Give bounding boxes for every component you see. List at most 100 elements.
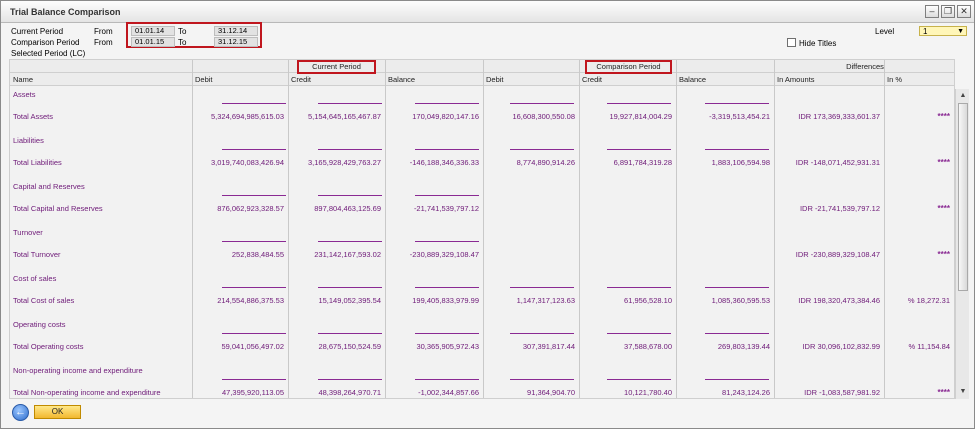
- group-title-row[interactable]: Capital and Reserves: [13, 182, 85, 191]
- scroll-up-icon[interactable]: ▲: [958, 91, 968, 101]
- amount-cell-cur-debit: 252,838,484.55: [231, 250, 284, 259]
- current-from-field[interactable]: 01.01.14: [131, 26, 175, 36]
- current-to-field[interactable]: 31.12.14: [214, 26, 258, 36]
- difference-amount-cell: IDR -21,741,539,797.12: [799, 204, 880, 213]
- subtotal-underline: [318, 195, 382, 196]
- close-button[interactable]: ✕: [957, 5, 971, 18]
- group-title-row[interactable]: Operating costs: [13, 320, 66, 329]
- amount-cell-cur-credit: 5,154,645,165,467.87: [308, 112, 381, 121]
- group-title-row[interactable]: Turnover: [13, 228, 43, 237]
- total-row-label[interactable]: Total Turnover: [13, 250, 61, 259]
- column-header-comparison-balance[interactable]: Balance: [679, 73, 706, 86]
- subtotal-underline: [415, 195, 479, 196]
- subtotal-underline: [222, 149, 286, 150]
- column-header-comparison-credit[interactable]: Credit: [582, 73, 602, 86]
- comparison-from-field[interactable]: 01.01.15: [131, 37, 175, 47]
- total-row-label[interactable]: Total Assets: [13, 112, 53, 121]
- subtotal-underline: [510, 149, 574, 150]
- group-title-row[interactable]: Assets: [13, 90, 36, 99]
- amount-cell-cur-balance: -146,188,346,336.33: [409, 158, 479, 167]
- subtotal-underline: [222, 287, 286, 288]
- amount-cell-cmp-debit: 16,608,300,550.08: [512, 112, 575, 121]
- current-period-group-header: Current Period: [312, 62, 361, 71]
- total-row-label[interactable]: Total Capital and Reserves: [13, 204, 103, 213]
- amount-cell-cmp-balance: 81,243,124.26: [722, 388, 770, 397]
- amount-cell-cur-balance: 199,405,833,979.99: [412, 296, 479, 305]
- amount-cell-cur-debit: 5,324,694,985,615.03: [211, 112, 284, 121]
- column-header-current-debit[interactable]: Debit: [195, 73, 213, 86]
- column-header-diff-amount[interactable]: In Amounts: [777, 73, 815, 86]
- group-title-row[interactable]: Liabilities: [13, 136, 44, 145]
- amount-cell-cmp-balance: 269,803,139.44: [717, 342, 770, 351]
- difference-amount-cell: IDR -1,083,587,981.92: [804, 388, 880, 397]
- window-title: Trial Balance Comparison: [10, 7, 121, 17]
- subtotal-underline: [705, 103, 769, 104]
- difference-percent-cell: % 11,154.84: [908, 342, 950, 351]
- subtotal-underline: [415, 379, 479, 380]
- current-period-label: Current Period: [11, 27, 64, 36]
- difference-amount-cell: IDR 173,369,333,601.37: [798, 112, 880, 121]
- subtotal-underline: [415, 333, 479, 334]
- column-divider: [676, 60, 677, 398]
- column-divider: [579, 60, 580, 398]
- subtotal-underline: [222, 195, 286, 196]
- column-header-current-credit[interactable]: Credit: [291, 73, 311, 86]
- hide-titles-label: Hide Titles: [799, 39, 837, 48]
- scrollbar-thumb[interactable]: [958, 103, 968, 291]
- subtotal-underline: [222, 333, 286, 334]
- subtotal-underline: [318, 241, 382, 242]
- total-row-label[interactable]: Total Operating costs: [13, 342, 83, 351]
- amount-cell-cur-credit: 231,142,167,593.02: [314, 250, 381, 259]
- total-row-label[interactable]: Total Non-operating income and expenditu…: [13, 388, 161, 397]
- group-title-row[interactable]: Non-operating income and expenditure: [13, 366, 143, 375]
- column-header-comparison-debit[interactable]: Debit: [486, 73, 504, 86]
- comparison-period-group-header: Comparison Period: [596, 62, 661, 71]
- subtotal-underline: [510, 103, 574, 104]
- column-divider: [192, 60, 193, 398]
- vertical-scrollbar[interactable]: ▲ ▼: [955, 89, 969, 399]
- amount-cell-cur-debit: 3,019,740,083,426.94: [211, 158, 284, 167]
- subtotal-underline: [415, 103, 479, 104]
- hide-titles-checkbox[interactable]: [787, 38, 796, 47]
- subtotal-underline: [318, 149, 382, 150]
- subtotal-underline: [607, 149, 671, 150]
- trial-balance-grid: Current Period Comparison Period Differe…: [9, 59, 955, 399]
- amount-cell-cmp-balance: 1,085,360,595.53: [711, 296, 770, 305]
- trial-balance-window: Trial Balance Comparison – ❐ ✕ Current P…: [0, 0, 975, 429]
- column-header-current-balance[interactable]: Balance: [388, 73, 415, 86]
- column-header-diff-pct[interactable]: In %: [887, 73, 902, 86]
- amount-cell-cur-balance: 30,365,905,972.43: [416, 342, 479, 351]
- subtotal-underline: [607, 287, 671, 288]
- amount-cell-cmp-debit: 307,391,817.44: [522, 342, 575, 351]
- comparison-to-field[interactable]: 31.12.15: [214, 37, 258, 47]
- amount-cell-cur-balance: -21,741,539,797.12: [413, 204, 479, 213]
- subtotal-underline: [705, 149, 769, 150]
- column-divider: [774, 60, 775, 398]
- amount-cell-cmp-debit: 91,364,904.70: [527, 388, 575, 397]
- amount-cell-cmp-debit: 8,774,890,914.26: [516, 158, 575, 167]
- level-select[interactable]: 1 ▼: [919, 26, 967, 36]
- total-row-label[interactable]: Total Cost of sales: [13, 296, 74, 305]
- subtotal-underline: [318, 333, 382, 334]
- scroll-down-icon[interactable]: ▼: [958, 387, 968, 397]
- differences-group-header: Differences: [846, 62, 884, 71]
- level-value: 1: [923, 27, 928, 36]
- comparison-to-label: To: [178, 38, 187, 47]
- subtotal-underline: [318, 379, 382, 380]
- group-title-row[interactable]: Cost of sales: [13, 274, 56, 283]
- difference-percent-cell: % 18,272.31: [907, 296, 950, 305]
- subtotal-underline: [607, 379, 671, 380]
- back-arrow-icon[interactable]: ←: [12, 404, 29, 421]
- difference-amount-cell: IDR 30,096,102,832.99: [802, 342, 880, 351]
- total-row-label[interactable]: Total Liabilities: [13, 158, 62, 167]
- restore-button[interactable]: ❐: [941, 5, 955, 18]
- subtotal-underline: [510, 287, 574, 288]
- column-header-name[interactable]: Name: [13, 73, 33, 86]
- current-to-label: To: [178, 27, 187, 36]
- amount-cell-cur-debit: 876,062,923,328.57: [217, 204, 284, 213]
- amount-cell-cur-credit: 3,165,928,429,763.27: [308, 158, 381, 167]
- subtotal-underline: [415, 287, 479, 288]
- title-bar[interactable]: Trial Balance Comparison – ❐ ✕: [1, 1, 974, 23]
- minimize-button[interactable]: –: [925, 5, 939, 18]
- ok-button[interactable]: OK: [34, 405, 81, 419]
